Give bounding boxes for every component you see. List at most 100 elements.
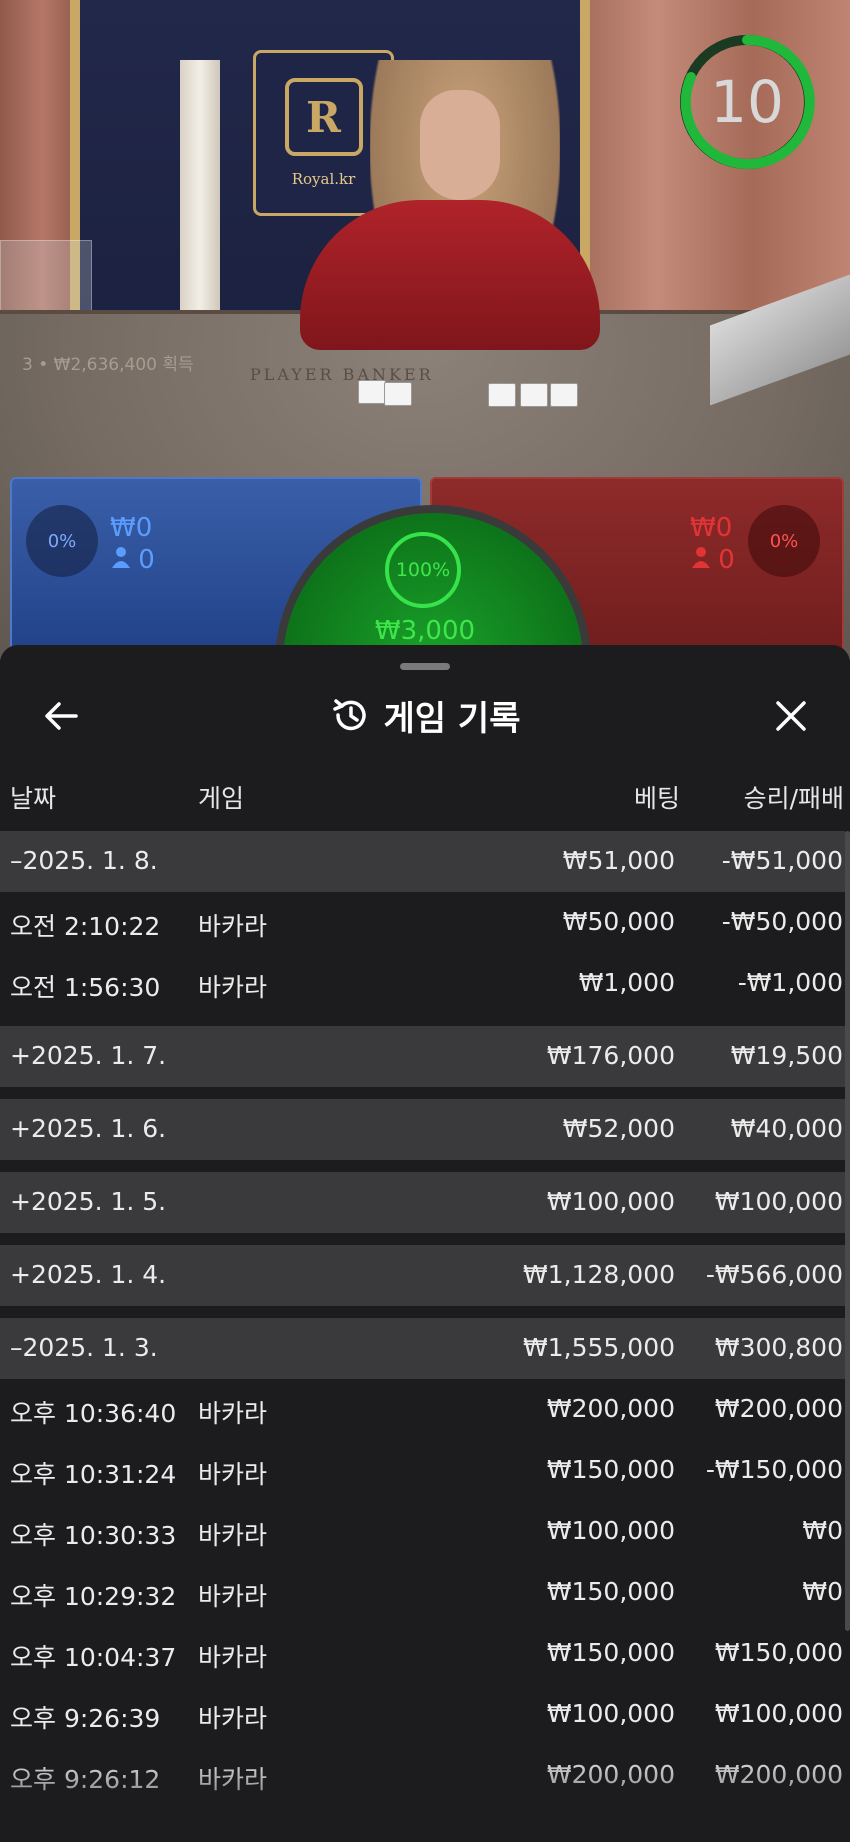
back-arrow-icon [45,702,78,730]
history-row-result: ₩100,000 [714,1187,843,1216]
player-count-value: 0 [138,545,155,575]
history-row-result: -₩566,000 [705,1260,843,1289]
history-row-game: 바카라 [198,912,268,941]
history-row-bet: ₩51,000 [562,846,675,875]
pillar [180,60,220,330]
history-row-game: 바카라 [198,973,268,1002]
history-row-result: ₩150,000 [714,1638,843,1667]
bottom-fade [0,1752,850,1842]
back-button[interactable] [38,693,84,739]
history-row-result: ₩40,000 [730,1114,843,1143]
history-row-result: ₩0 [802,1516,843,1545]
history-row-result: ₩0 [802,1577,843,1606]
history-date-row[interactable]: +2025. 1. 7. ₩176,000 ₩19,500 [0,1026,845,1087]
sheet-title: 게임 기록 [383,698,521,739]
history-row-date: +2025. 1. 7. [10,1041,167,1070]
banker-amount: ₩0 [690,513,733,543]
history-date-row[interactable]: +2025. 1. 6. ₩52,000 ₩40,000 [0,1099,845,1160]
history-row-date: –2025. 1. 3. [10,1333,158,1362]
tie-percent: 100% [385,532,461,608]
tie-amount: ₩3,000 [374,616,476,646]
history-row-date: +2025. 1. 4. [10,1260,167,1289]
history-game-row[interactable]: 오전 2:10:22 바카라 ₩50,000 -₩50,000 [0,892,845,953]
crest-logo: R [284,78,363,156]
banker-count: 0 [692,545,735,575]
history-row-game: 바카라 [198,1521,268,1550]
history-row-bet: ₩1,000 [578,968,675,997]
close-button[interactable] [768,693,814,739]
column-game: 게임 [198,784,245,813]
history-row-result: ₩19,500 [730,1041,843,1070]
sheet-drag-handle[interactable] [400,663,450,670]
history-row-date: 오전 2:10:22 [10,912,161,941]
history-row-bet: ₩1,128,000 [523,1260,675,1289]
banker-percent: 0% [748,505,820,577]
column-bet: 베팅 [633,784,680,813]
history-row-result: ₩300,800 [714,1333,843,1362]
history-row-result: -₩51,000 [721,846,843,875]
history-date-row[interactable]: +2025. 1. 5. ₩100,000 ₩100,000 [0,1172,845,1233]
game-history-sheet: 게임 기록 날짜 게임 베팅 승리/패배 –2025. 1. 8. ₩51,000… [0,645,850,1842]
history-row-date: 오전 1:56:30 [10,973,161,1002]
history-game-row[interactable]: 오전 1:56:30 바카라 ₩1,000 -₩1,000 [0,953,845,1014]
history-row-bet: ₩176,000 [546,1041,675,1070]
history-date-row[interactable]: –2025. 1. 3. ₩1,555,000 ₩300,800 [0,1318,845,1379]
history-row-game: 바카라 [198,1643,268,1672]
player-percent: 0% [26,505,98,577]
history-game-row[interactable]: 오후 10:31:24 바카라 ₩150,000 -₩150,000 [0,1440,845,1501]
countdown-timer-value: 10 [710,68,784,136]
history-game-row[interactable]: 오후 10:29:32 바카라 ₩150,000 ₩0 [0,1562,845,1623]
history-row-bet: ₩50,000 [562,907,675,936]
playing-card [488,383,516,407]
banker-count-value: 0 [718,545,735,575]
recent-win-note: 3 • ₩2,636,400 획득 [22,355,194,375]
history-game-row[interactable]: 오후 10:30:33 바카라 ₩100,000 ₩0 [0,1501,845,1562]
column-result: 승리/패배 [743,784,844,813]
history-row-game: 바카라 [198,1460,268,1489]
history-row-bet: ₩1,555,000 [523,1333,675,1362]
history-row-result: -₩150,000 [705,1455,843,1484]
history-row-date: 오후 10:31:24 [10,1460,177,1489]
history-row-date: +2025. 1. 6. [10,1114,167,1143]
playing-card [384,382,412,406]
history-row-bet: ₩100,000 [546,1516,675,1545]
history-row-date: 오후 10:36:40 [10,1399,177,1428]
plaque-label: Royal.kr [291,170,356,188]
history-row-result: -₩1,000 [737,968,843,997]
history-row-date: 오후 10:29:32 [10,1582,177,1611]
history-row-bet: ₩150,000 [546,1638,675,1667]
scrollbar[interactable] [845,831,850,1631]
history-date-row[interactable]: –2025. 1. 8. ₩51,000 -₩51,000 [0,831,845,892]
history-row-bet: ₩150,000 [546,1577,675,1606]
user-icon [112,547,130,568]
history-row-bet: ₩52,000 [562,1114,675,1143]
history-row-date: 오후 10:30:33 [10,1521,177,1550]
card-shoe-left [0,240,92,312]
history-game-row[interactable]: 오후 10:04:37 바카라 ₩150,000 ₩150,000 [0,1623,845,1684]
player-count: 0 [112,545,155,575]
history-row-bet: ₩200,000 [546,1394,675,1423]
playing-card [358,380,386,404]
history-row-bet: ₩100,000 [546,1187,675,1216]
history-row-date: 오후 10:04:37 [10,1643,177,1672]
history-row-date: –2025. 1. 8. [10,846,158,875]
history-row-game: 바카라 [198,1399,268,1428]
dealer-face [420,90,500,200]
history-row-date: +2025. 1. 5. [10,1187,167,1216]
history-row-bet: ₩150,000 [546,1455,675,1484]
column-date: 날짜 [10,784,57,813]
history-row-date: 오후 9:26:39 [10,1704,161,1733]
history-row-game: 바카라 [198,1704,268,1733]
history-game-row[interactable]: 오후 10:36:40 바카라 ₩200,000 ₩200,000 [0,1379,845,1440]
history-game-row[interactable]: 오후 9:26:39 바카라 ₩100,000 ₩100,000 [0,1684,845,1745]
history-row-result: ₩200,000 [714,1394,843,1423]
history-row-result: ₩100,000 [714,1699,843,1728]
history-row-bet: ₩100,000 [546,1699,675,1728]
playing-card [520,383,548,407]
history-table-header: 날짜 게임 베팅 승리/패배 [0,765,850,825]
sheet-header: 게임 기록 [0,685,850,745]
user-icon [692,547,710,568]
history-clock-icon [332,699,366,731]
playing-card [550,383,578,407]
history-date-row[interactable]: +2025. 1. 4. ₩1,128,000 -₩566,000 [0,1245,845,1306]
